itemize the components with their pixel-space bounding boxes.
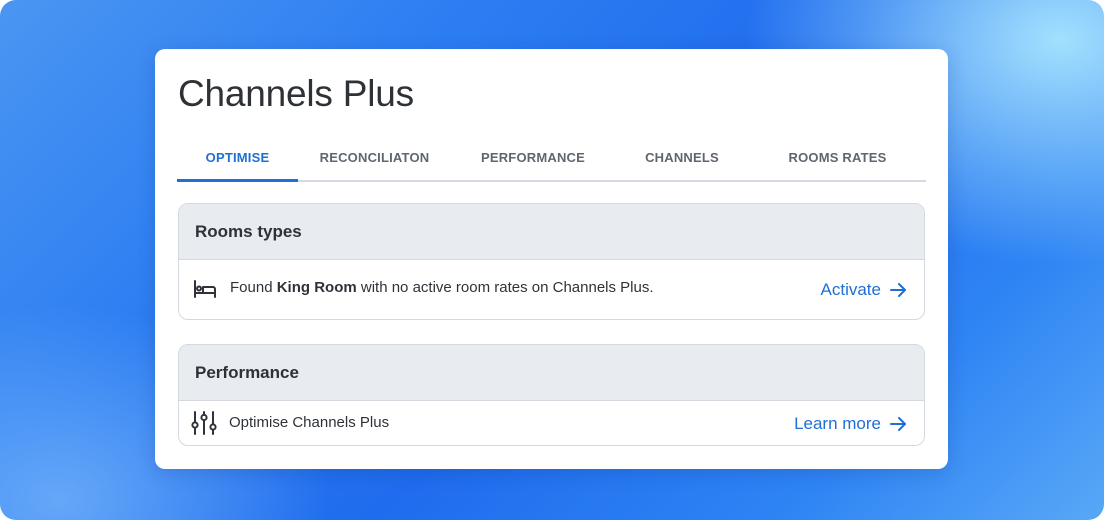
sliders-icon [191, 411, 217, 435]
tab-optimise[interactable]: OPTIMISE [177, 135, 298, 182]
room-name: King Room [276, 279, 357, 296]
tab-reconciliation[interactable]: RECONCILIATON [298, 135, 451, 180]
room-alert-message: Found King Room with no active room rate… [230, 279, 654, 296]
tab-bar: OPTIMISE RECONCILIATON PERFORMANCE CHANN… [177, 135, 926, 182]
activate-label: Activate [820, 280, 881, 299]
performance-message: Optimise Channels Plus [229, 414, 390, 431]
performance-panel: Performance Optimise Channels Plus Learn… [178, 344, 925, 446]
tab-performance[interactable]: PERFORMANCE [451, 135, 615, 180]
learn-more-label: Learn more [794, 414, 881, 433]
page-background: Channels Plus OPTIMISE RECONCILIATON PER… [0, 0, 1104, 520]
bed-icon [193, 278, 217, 300]
channels-plus-card: Channels Plus OPTIMISE RECONCILIATON PER… [155, 49, 948, 469]
rooms-types-heading: Rooms types [179, 204, 924, 260]
arrow-right-icon [890, 283, 906, 297]
learn-more-link[interactable]: Learn more [794, 414, 906, 434]
performance-heading: Performance [179, 345, 924, 401]
tab-rooms-rates[interactable]: ROOMS RATES [749, 135, 926, 180]
performance-row: Optimise Channels Plus Learn more [179, 401, 924, 445]
tab-channels[interactable]: CHANNELS [615, 135, 749, 180]
rooms-types-panel: Rooms types Found King Room with no acti… [178, 203, 925, 320]
room-alert-prefix: Found [230, 279, 277, 296]
room-alert-suffix: with no active room rates on Channels Pl… [356, 279, 654, 296]
page-title: Channels Plus [178, 73, 414, 114]
arrow-right-icon [890, 417, 906, 431]
room-alert-row: Found King Room with no active room rate… [179, 260, 924, 319]
activate-link[interactable]: Activate [821, 280, 906, 300]
